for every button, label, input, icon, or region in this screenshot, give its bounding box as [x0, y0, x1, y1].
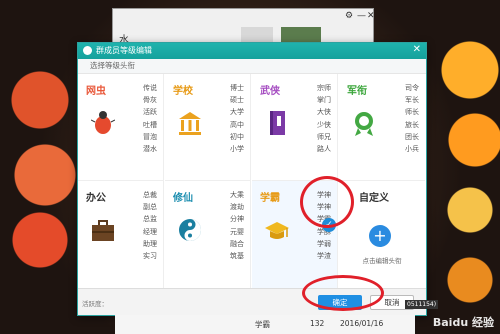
title-item: 少侠: [317, 120, 331, 129]
title-item: 总裁: [143, 191, 157, 199]
category-name: 网虫: [86, 86, 106, 97]
title-item: 元婴: [230, 227, 244, 236]
category-card-xiuxian[interactable]: 修仙 大乘 渡劫 分神 元婴 融合 筑基: [165, 181, 251, 288]
category-card-wangchong[interactable]: 网虫 传说 骨灰 活跃 吐槽 冒泡 潜水: [78, 74, 164, 181]
title-item: 助理: [143, 239, 157, 248]
category-grid: 网虫 传说 骨灰 活跃 吐槽 冒泡 潜水 学校 博士 硕士 大学 高中 初中 小…: [78, 74, 426, 288]
category-card-xuexiao[interactable]: 学校 博士 硕士 大学 高中 初中 小学: [165, 74, 251, 181]
graduation-cap-icon: [265, 222, 289, 239]
title-item: 博士: [230, 84, 244, 92]
side-tag: 0511154): [405, 300, 439, 309]
highlight-ring: [300, 176, 354, 228]
member-level: 学霸: [255, 320, 270, 329]
title-list: 传说 骨灰 活跃 吐槽 冒泡 潜水: [143, 82, 157, 155]
custom-hint: 点击编辑头衔: [362, 257, 402, 265]
dialog-title: 群成员等级编辑: [96, 46, 152, 55]
title-item: 初中: [230, 132, 244, 141]
category-name: 武侠: [260, 86, 280, 97]
title-list: 宗师 掌门 大侠 少侠 师兄 路人: [317, 82, 331, 155]
title-item: 小学: [230, 145, 244, 154]
title-item: 硕士: [230, 96, 244, 105]
highlight-ring: [302, 275, 384, 311]
title-item: 实习: [143, 252, 157, 261]
title-item: 旅长: [405, 120, 419, 129]
medal-icon: [355, 112, 373, 136]
title-item: 大学: [230, 108, 244, 117]
title-item: 学渣: [317, 252, 331, 261]
add-icon: +: [369, 225, 391, 247]
title-item: 总监: [143, 215, 157, 224]
title-item: 掌门: [317, 96, 331, 105]
title-item: 大乘: [230, 191, 244, 199]
category-name: 修仙: [173, 193, 193, 204]
settings-icon[interactable]: ⚙: [345, 11, 353, 21]
category-name: 学霸: [260, 193, 280, 204]
title-list: 大乘 渡劫 分神 元婴 融合 筑基: [230, 189, 244, 262]
title-item: 骨灰: [143, 96, 157, 105]
category-name: 办公: [86, 193, 106, 204]
minimize-icon[interactable]: —: [357, 11, 366, 21]
title-item: 经理: [143, 227, 157, 236]
member-count: 132: [310, 319, 325, 328]
watermark: Baidu 经验: [432, 316, 494, 329]
title-item: 师兄: [317, 132, 331, 141]
member-date: 2016/01/16: [340, 319, 384, 328]
category-name: 学校: [173, 86, 193, 97]
title-item: 吐槽: [143, 120, 157, 129]
dialog-subtitle: 选择等级头衔: [78, 59, 426, 74]
group-level-edit-dialog: 群成员等级编辑 ✕ 选择等级头衔 网虫 传说 骨灰 活跃 吐槽 冒泡 潜水 学校: [77, 42, 427, 316]
title-item: 司令: [405, 84, 419, 92]
title-item: 军长: [405, 96, 419, 105]
footer-text: 活跃度：: [82, 300, 108, 308]
member-row: 学霸 132 2016/01/16: [115, 315, 415, 334]
briefcase-icon: [92, 220, 114, 241]
title-item: 路人: [317, 145, 331, 154]
close-icon[interactable]: ✕: [413, 44, 421, 55]
taiji-icon: [179, 219, 201, 241]
title-item: 师长: [405, 108, 419, 117]
title-item: 渡劫: [230, 203, 244, 212]
bug-icon: [91, 111, 115, 134]
title-item: 团长: [405, 132, 419, 141]
title-list: 司令 军长 师长 旅长 团长 小兵: [405, 82, 419, 155]
dialog-titlebar: 群成员等级编辑 ✕: [78, 43, 426, 59]
category-card-junxian[interactable]: 军衔 司令 军长 师长 旅长 团长 小兵: [339, 74, 425, 181]
title-list: 博士 硕士 大学 高中 初中 小学: [230, 82, 244, 155]
title-list: 总裁 副总 总监 经理 助理 实习: [143, 189, 157, 262]
title-item: 传说: [143, 84, 157, 92]
title-item: 学弱: [317, 239, 331, 248]
title-item: 活跃: [143, 108, 157, 117]
category-name: 军衔: [347, 86, 367, 97]
title-item: 筑基: [230, 252, 244, 261]
category-card-bangong[interactable]: 办公 总裁 副总 总监 经理 助理 实习: [78, 181, 164, 288]
title-item: 小兵: [405, 145, 419, 154]
title-item: 副总: [143, 203, 157, 212]
book-icon: [270, 111, 285, 135]
category-card-wuxia[interactable]: 武侠 宗师 掌门 大侠 少侠 师兄 路人: [252, 74, 338, 181]
title-item: 高中: [230, 120, 244, 129]
school-icon: [179, 112, 201, 135]
category-name: 自定义: [359, 193, 389, 204]
qq-logo-icon: [83, 46, 92, 55]
title-item: 大侠: [317, 108, 331, 117]
title-item: 融合: [230, 239, 244, 248]
title-item: 宗师: [317, 84, 331, 92]
title-item: 分神: [230, 215, 244, 224]
title-item: 冒泡: [143, 132, 157, 141]
close-icon[interactable]: ✕: [367, 11, 375, 21]
title-item: 潜水: [143, 145, 157, 154]
